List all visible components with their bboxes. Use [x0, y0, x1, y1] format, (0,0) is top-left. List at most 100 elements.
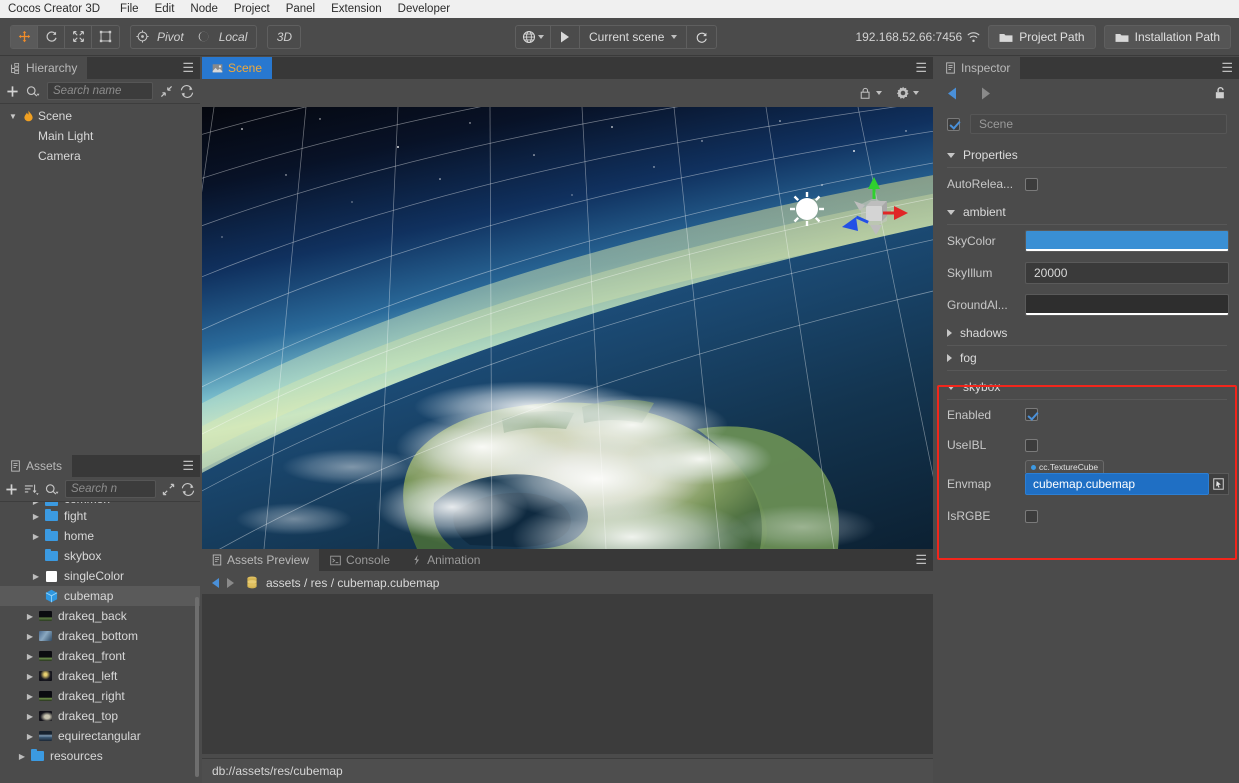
asset-row-equirectangular[interactable]: ▶ equirectangular [0, 726, 200, 746]
pivot-mode-label[interactable]: Pivot [153, 26, 193, 48]
hierarchy-node-scene[interactable]: ▼ Scene [0, 106, 200, 126]
scene-gizmo-options-button[interactable] [859, 87, 882, 100]
chevron-right-icon[interactable]: ▶ [30, 572, 42, 581]
autorelease-checkbox[interactable] [1025, 177, 1038, 191]
installation-path-button[interactable]: Installation Path [1103, 25, 1231, 49]
breadcrumb-forward-button[interactable] [227, 577, 234, 588]
coordinate-mode-label[interactable]: Local [215, 26, 257, 48]
asset-row-skybox[interactable]: skybox [0, 546, 200, 566]
project-path-button[interactable]: Project Path [988, 25, 1096, 49]
current-scene-selector[interactable]: Current scene [580, 26, 688, 48]
tab-assets-preview[interactable]: Assets Preview [202, 549, 321, 571]
tab-inspector[interactable]: Inspector [935, 57, 1022, 79]
hierarchy-node-main-light[interactable]: Main Light [0, 126, 200, 146]
asset-row-resources[interactable]: ▶ resources [0, 746, 200, 766]
groundalbedo-swatch[interactable] [1025, 294, 1229, 316]
move-tool-button[interactable] [11, 25, 38, 48]
chevron-down-icon[interactable]: ▼ [6, 112, 20, 121]
refresh-button[interactable] [687, 26, 716, 48]
chevron-right-icon[interactable]: ▶ [24, 632, 36, 641]
assets-refresh-button[interactable] [181, 482, 195, 496]
tab-console[interactable]: Console [320, 549, 402, 571]
skycolor-swatch[interactable] [1025, 230, 1229, 252]
play-button[interactable] [551, 26, 580, 48]
add-asset-button[interactable] [5, 483, 18, 496]
chevron-right-icon[interactable]: ▶ [24, 612, 36, 621]
section-fog-header[interactable]: fog [935, 346, 1239, 370]
search-input[interactable] [71, 483, 150, 495]
search-input[interactable] [53, 85, 147, 97]
hierarchy-node-camera[interactable]: Camera [0, 146, 200, 166]
rect-tool-button[interactable] [92, 26, 119, 48]
assets-search-box[interactable] [65, 480, 156, 498]
assets-search-filter-button[interactable] [45, 483, 59, 496]
hierarchy-search-box[interactable] [47, 82, 153, 100]
inspector-forward-button[interactable] [980, 87, 991, 100]
section-properties-header[interactable]: Properties [935, 143, 1239, 167]
useibl-checkbox[interactable] [1025, 438, 1038, 452]
chevron-right-icon[interactable]: ▶ [24, 692, 36, 701]
chevron-right-icon[interactable]: ▶ [24, 732, 36, 741]
asset-row-drakeq-right[interactable]: ▶ drakeq_right [0, 686, 200, 706]
node-name-field[interactable]: Scene [970, 114, 1227, 134]
chevron-right-icon[interactable]: ▶ [30, 532, 42, 541]
envmap-asset-field[interactable]: cubemap.cubemap [1025, 473, 1209, 495]
scale-tool-button[interactable] [65, 25, 92, 48]
menu-item-node[interactable]: Node [182, 0, 226, 18]
menu-item-brand[interactable]: Cocos Creator 3D [8, 0, 112, 18]
breadcrumb-back-button[interactable] [212, 577, 219, 588]
assets-menu-button[interactable]: ☰ [182, 455, 194, 477]
expand-all-button[interactable] [162, 483, 175, 496]
asset-row-fight[interactable]: ▶ fight [0, 506, 200, 526]
sort-assets-button[interactable] [24, 483, 39, 496]
dimension-toggle-button[interactable]: 3D [267, 24, 302, 49]
scene-settings-button[interactable] [896, 86, 919, 100]
inspector-menu-button[interactable]: ☰ [1221, 57, 1233, 79]
menu-item-developer[interactable]: Developer [390, 0, 458, 18]
scene-viewport[interactable] [202, 107, 933, 549]
tab-animation[interactable]: Animation [401, 549, 492, 571]
hierarchy-menu-button[interactable]: ☰ [182, 57, 194, 79]
assets-scrollbar[interactable] [195, 597, 199, 777]
menu-item-extension[interactable]: Extension [323, 0, 390, 18]
rotate-tool-button[interactable] [38, 25, 65, 48]
section-ambient-header[interactable]: ambient [935, 200, 1239, 224]
chevron-right-icon[interactable]: ▶ [24, 652, 36, 661]
asset-row-singlecolor[interactable]: ▶ singleColor [0, 566, 200, 586]
skybox-enabled-checkbox[interactable] [1025, 408, 1038, 421]
bottom-dock-menu-button[interactable]: ☰ [915, 549, 927, 571]
chevron-right-icon[interactable]: ▶ [30, 512, 42, 521]
tab-scene[interactable]: Scene [202, 57, 274, 79]
scene-menu-button[interactable]: ☰ [915, 57, 927, 79]
asset-row-drakeq-bottom[interactable]: ▶ drakeq_bottom [0, 626, 200, 646]
envmap-picker-button[interactable] [1209, 473, 1229, 495]
chevron-right-icon[interactable]: ▶ [24, 672, 36, 681]
asset-row-drakeq-top[interactable]: ▶ drakeq_top [0, 706, 200, 726]
lock-open-icon[interactable] [1214, 86, 1227, 103]
add-node-button[interactable] [6, 85, 19, 98]
section-skybox-header[interactable]: skybox [935, 375, 1239, 399]
chevron-right-icon[interactable]: ▶ [30, 502, 42, 506]
hierarchy-search-filter-button[interactable] [26, 85, 40, 98]
asset-row-home[interactable]: ▶ home [0, 526, 200, 546]
asset-row-cubemap[interactable]: cubemap [0, 586, 200, 606]
inspector-back-button[interactable] [947, 87, 958, 100]
menu-item-panel[interactable]: Panel [278, 0, 323, 18]
asset-row-drakeq-front[interactable]: ▶ drakeq_front [0, 646, 200, 666]
collapse-all-button[interactable] [160, 85, 173, 98]
asset-row-drakeq-back[interactable]: ▶ drakeq_back [0, 606, 200, 626]
chevron-right-icon[interactable]: ▶ [24, 712, 36, 721]
menu-item-file[interactable]: File [112, 0, 147, 18]
tab-assets[interactable]: Assets [0, 455, 74, 477]
isrgbe-checkbox[interactable] [1025, 509, 1038, 523]
preview-target-button[interactable] [516, 26, 551, 48]
skyillum-input[interactable]: 20000 [1025, 262, 1229, 284]
menu-item-edit[interactable]: Edit [147, 0, 183, 18]
menu-item-project[interactable]: Project [226, 0, 278, 18]
chevron-right-icon[interactable]: ▶ [16, 752, 28, 761]
section-shadows-header[interactable]: shadows [935, 321, 1239, 345]
asset-row-drakeq-left[interactable]: ▶ drakeq_left [0, 666, 200, 686]
hierarchy-refresh-button[interactable] [180, 84, 194, 98]
node-enabled-checkbox[interactable] [947, 117, 960, 131]
tab-hierarchy[interactable]: Hierarchy [0, 57, 89, 79]
